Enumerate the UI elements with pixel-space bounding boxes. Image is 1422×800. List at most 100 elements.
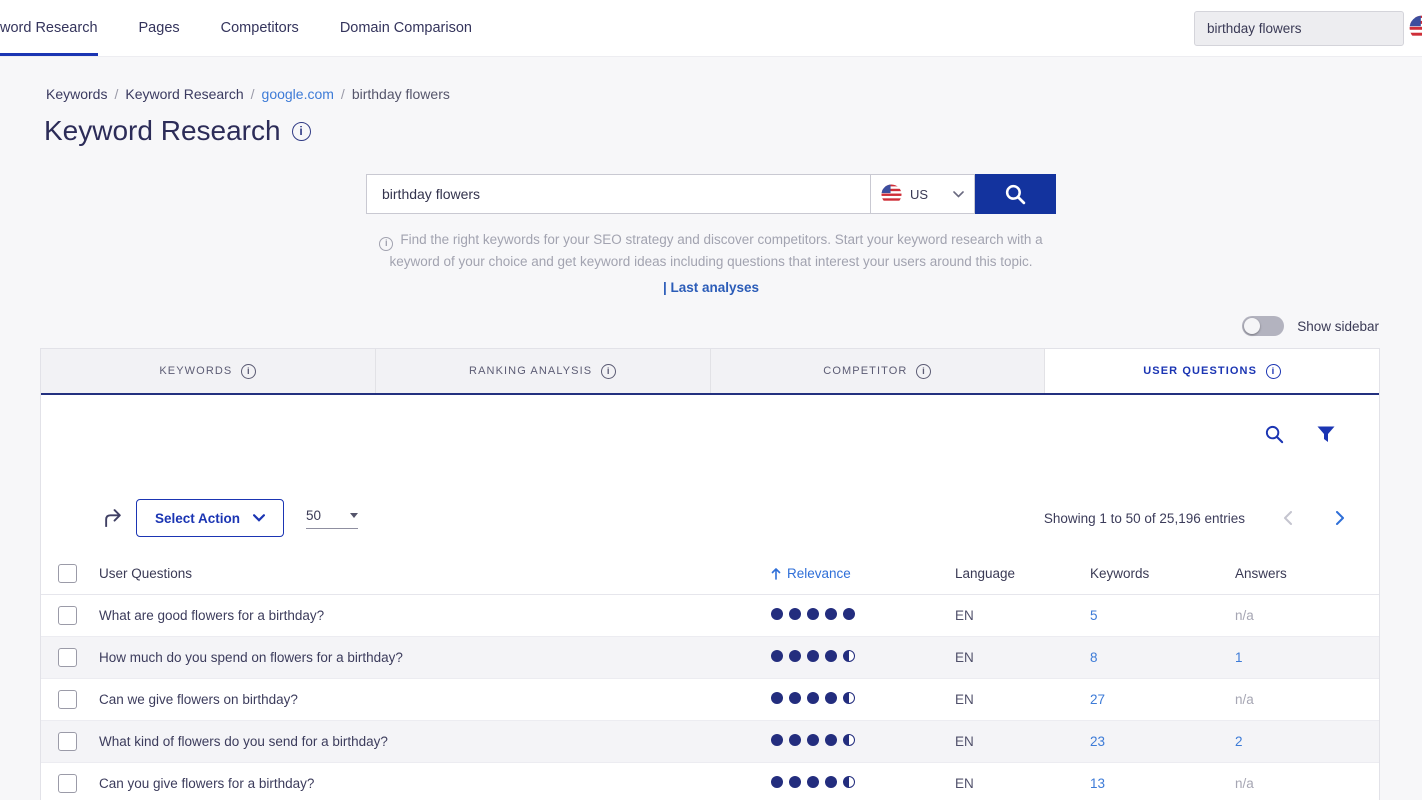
info-icon[interactable]: [292, 122, 311, 141]
header-user-questions: User Questions: [99, 553, 771, 595]
breadcrumb-keywords[interactable]: Keywords: [46, 86, 107, 102]
header-relevance-label: Relevance: [787, 566, 851, 581]
show-sidebar-label: Show sidebar: [1297, 319, 1379, 334]
sidebar-toggle-row: Show sidebar: [0, 316, 1422, 336]
table-row: Can we give flowers on birthday? EN 27 n…: [41, 679, 1379, 721]
keyword-search-input[interactable]: [366, 174, 870, 214]
result-tab[interactable]: RANKING ANALYSIS: [376, 349, 711, 393]
topnav-item[interactable]: Competitors: [221, 0, 299, 56]
keyword-search-row: US: [366, 174, 1056, 214]
filter-icon[interactable]: [1317, 426, 1335, 443]
page-title: Keyword Research: [44, 115, 281, 147]
user-questions-table: User Questions Relevance Language Keywor…: [41, 553, 1379, 800]
keywords-count-link[interactable]: 23: [1090, 734, 1105, 749]
topnav-item[interactable]: Pages: [139, 0, 180, 56]
page-size-select[interactable]: 50: [306, 508, 358, 529]
result-tab-label: COMPETITOR: [823, 365, 907, 377]
select-all-checkbox[interactable]: [58, 564, 77, 583]
result-tab[interactable]: COMPETITOR: [711, 349, 1046, 393]
keywords-count-link[interactable]: 13: [1090, 776, 1105, 791]
last-analyses-link[interactable]: | Last analyses: [663, 280, 759, 295]
search-icon: [1004, 183, 1027, 206]
showing-entries-text: Showing 1 to 50 of 25,196 entries: [1044, 511, 1245, 526]
caret-down-icon: [350, 513, 358, 518]
topnav-item-label: Competitors: [221, 20, 299, 36]
keyword-search-block: US Find the right keywords for your SEO …: [366, 174, 1056, 297]
topnav-item-label: word Research: [0, 20, 98, 36]
us-flag-icon[interactable]: [1409, 15, 1422, 41]
info-icon[interactable]: [916, 364, 931, 379]
us-flag-icon: [881, 184, 902, 205]
select-action-label: Select Action: [155, 511, 240, 526]
breadcrumb-separator: /: [341, 86, 345, 102]
topbar-right: [1194, 11, 1422, 46]
search-button[interactable]: [975, 174, 1056, 214]
topbar-search-input[interactable]: [1194, 11, 1404, 46]
row-checkbox[interactable]: [58, 732, 77, 751]
header-relevance[interactable]: Relevance: [771, 553, 955, 595]
search-icon[interactable]: [1264, 424, 1285, 445]
answers-value: 2: [1235, 734, 1243, 749]
row-checkbox[interactable]: [58, 690, 77, 709]
page-prev-icon[interactable]: [1283, 511, 1292, 525]
breadcrumb: Keywords/Keyword Research/google.com/bir…: [0, 57, 1422, 102]
search-help-text-content: Find the right keywords for your SEO str…: [389, 232, 1042, 269]
question-cell: How much do you spend on flowers for a b…: [99, 637, 771, 679]
page-size-value: 50: [306, 508, 321, 523]
table-row: What kind of flowers do you send for a b…: [41, 721, 1379, 763]
breadcrumb-domain[interactable]: google.com: [262, 86, 334, 102]
topnav-item-label: Domain Comparison: [340, 20, 472, 36]
relevance-dots: [771, 650, 855, 662]
question-cell: What are good flowers for a birthday?: [99, 595, 771, 637]
relevance-dots: [771, 776, 855, 788]
export-icon[interactable]: [103, 509, 124, 528]
result-tab-label: RANKING ANALYSIS: [469, 365, 592, 377]
result-tab-label: KEYWORDS: [159, 365, 232, 377]
language-cell: EN: [955, 721, 1090, 763]
answers-value: 1: [1235, 650, 1243, 665]
language-cell: EN: [955, 679, 1090, 721]
chevron-down-icon: [253, 514, 265, 522]
table-row: How much do you spend on flowers for a b…: [41, 637, 1379, 679]
show-sidebar-toggle[interactable]: [1242, 316, 1284, 336]
row-checkbox[interactable]: [58, 606, 77, 625]
relevance-dots: [771, 608, 855, 620]
breadcrumb-keyword-research[interactable]: Keyword Research: [125, 86, 243, 102]
top-navigation: word Research Pages Competitors Domain C…: [0, 0, 513, 56]
keywords-count-link[interactable]: 5: [1090, 608, 1098, 623]
table-tools: [41, 395, 1379, 445]
result-tab[interactable]: KEYWORDS: [41, 349, 376, 393]
breadcrumb-current-keyword: birthday flowers: [352, 86, 450, 102]
question-cell: Can you give flowers for a birthday?: [99, 763, 771, 800]
row-checkbox[interactable]: [58, 774, 77, 793]
page-title-row: Keyword Research: [44, 115, 1422, 147]
breadcrumb-separator: /: [251, 86, 255, 102]
chevron-down-icon: [953, 191, 964, 198]
language-cell: EN: [955, 637, 1090, 679]
topnav-item[interactable]: word Research: [0, 0, 98, 56]
table-row: Can you give flowers for a birthday? EN …: [41, 763, 1379, 800]
topnav-item[interactable]: Domain Comparison: [340, 0, 472, 56]
info-icon[interactable]: [1266, 364, 1281, 379]
table-row: What are good flowers for a birthday? EN…: [41, 595, 1379, 637]
table-header-row: User Questions Relevance Language Keywor…: [41, 553, 1379, 595]
result-tab[interactable]: USER QUESTIONS: [1045, 349, 1379, 393]
row-checkbox[interactable]: [58, 648, 77, 667]
question-cell: What kind of flowers do you send for a b…: [99, 721, 771, 763]
topnav-item-label: Pages: [139, 20, 180, 36]
question-cell: Can we give flowers on birthday?: [99, 679, 771, 721]
answers-value: n/a: [1235, 776, 1254, 791]
keywords-count-link[interactable]: 8: [1090, 650, 1098, 665]
info-icon[interactable]: [601, 364, 616, 379]
answers-value: n/a: [1235, 692, 1254, 707]
page-next-icon[interactable]: [1336, 511, 1345, 525]
header-answers: Answers: [1235, 553, 1379, 595]
keywords-count-link[interactable]: 27: [1090, 692, 1105, 707]
info-icon[interactable]: [241, 364, 256, 379]
country-select[interactable]: US: [870, 174, 975, 214]
answers-value: n/a: [1235, 608, 1254, 623]
select-action-button[interactable]: Select Action: [136, 499, 284, 537]
top-bar: word Research Pages Competitors Domain C…: [0, 0, 1422, 57]
sort-up-icon: [771, 568, 781, 580]
info-icon: [379, 237, 393, 251]
